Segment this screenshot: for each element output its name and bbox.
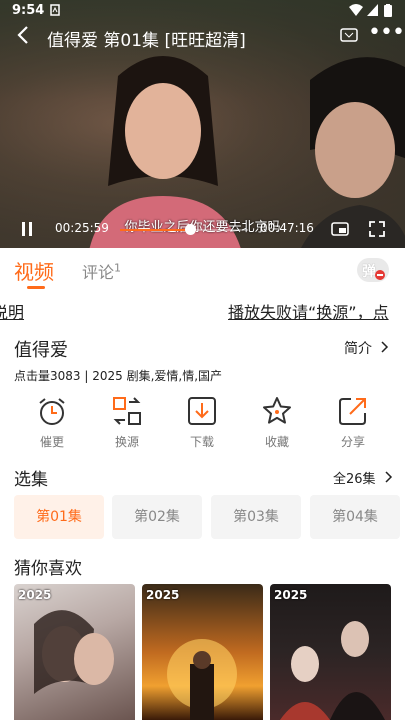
- share-button[interactable]: 分享: [323, 395, 383, 450]
- episode-button[interactable]: 第03集: [211, 495, 301, 539]
- video-player[interactable]: 9:54 值得爱 第01集 [旺旺超清] ••• 你毕业之后你还要去北京吗 00…: [0, 0, 405, 248]
- share-icon: [339, 398, 366, 425]
- intro-label: 简介: [344, 341, 372, 357]
- notice-marquee: 说明 播放失败请“换源”，点: [0, 297, 405, 321]
- progress-fill: [120, 229, 191, 231]
- show-title: 值得爱: [14, 340, 68, 361]
- switch-source-icon: [113, 397, 141, 425]
- tab-comment[interactable]: 评论1: [82, 259, 121, 283]
- recommend-poster[interactable]: 2025: [14, 584, 135, 720]
- poster-year: 2025: [146, 588, 180, 602]
- current-time: 00:25:59: [55, 221, 109, 235]
- action-bar: 催更 换源 下载 收藏 分享: [0, 395, 405, 455]
- video-title: 值得爱 第01集 [旺旺超清]: [47, 31, 246, 51]
- episode-button[interactable]: 第02集: [112, 495, 202, 539]
- danmu-off-icon: [375, 270, 385, 280]
- download-icon: [188, 397, 216, 425]
- poster-image: [167, 639, 237, 720]
- action-label: 分享: [340, 435, 365, 449]
- action-label: 下载: [189, 435, 214, 449]
- cast-icon[interactable]: [340, 28, 358, 44]
- remind-update-button[interactable]: 催更: [22, 395, 82, 450]
- tab-video[interactable]: 视频: [14, 256, 54, 285]
- action-label: 换源: [114, 435, 139, 449]
- switch-source-button[interactable]: 换源: [97, 395, 157, 450]
- status-time: 9:54: [12, 3, 45, 18]
- intro-link[interactable]: 简介: [344, 338, 389, 358]
- poster-image: [280, 621, 385, 720]
- status-bar: 9:54: [0, 0, 405, 22]
- chevron-right-icon: [381, 341, 389, 353]
- action-label: 收藏: [264, 435, 289, 449]
- battery-icon: [384, 4, 392, 17]
- recommend-section-title: 猜你喜欢: [14, 559, 82, 579]
- notification-icon: [50, 4, 60, 16]
- star-icon: [263, 397, 291, 424]
- back-icon[interactable]: [16, 25, 30, 50]
- poster-year: 2025: [274, 588, 308, 602]
- poster-image: [34, 610, 114, 694]
- comment-count: 1: [114, 261, 122, 275]
- content-tabs: 视频 评论1 弹: [0, 250, 405, 292]
- recommend-poster[interactable]: 2025: [142, 584, 263, 720]
- more-icon[interactable]: •••: [368, 20, 405, 45]
- danmu-toggle[interactable]: 弹: [357, 258, 389, 282]
- episode-button[interactable]: 第04集: [310, 495, 400, 539]
- fullscreen-icon[interactable]: [369, 221, 385, 240]
- chevron-right-icon: [385, 471, 392, 483]
- tab-comment-label: 评论: [82, 263, 115, 282]
- favorite-button[interactable]: 收藏: [247, 395, 307, 450]
- pip-icon[interactable]: [331, 222, 349, 239]
- show-meta: 点击量3083 | 2025 剧集,爱情,情,国产: [14, 369, 223, 383]
- poster-year: 2025: [18, 588, 52, 602]
- episode-section-title: 选集: [14, 470, 48, 490]
- progress-bar[interactable]: [120, 224, 248, 235]
- player-top-bar: 值得爱 第01集 [旺旺超清] •••: [0, 20, 405, 52]
- all-episodes-link[interactable]: 全26集: [333, 468, 393, 487]
- download-button[interactable]: 下载: [172, 395, 232, 450]
- episode-button[interactable]: 第01集: [14, 495, 104, 539]
- total-time: 00:47:16: [260, 221, 314, 235]
- notice-right: 播放失败请“换源”，点: [228, 303, 389, 321]
- recommend-poster[interactable]: 2025: [270, 584, 391, 720]
- signal-icon: [367, 4, 378, 16]
- action-label: 催更: [39, 435, 64, 449]
- notice-left: 说明: [0, 303, 25, 321]
- recommend-list: 2025 2025 2025: [14, 584, 405, 720]
- wifi-icon: [349, 4, 363, 16]
- all-episodes-label: 全26集: [333, 472, 376, 487]
- pause-icon[interactable]: [21, 222, 33, 239]
- episode-list: 第01集 第02集 第03集 第04集: [14, 495, 405, 539]
- tab-indicator: [27, 286, 45, 289]
- alarm-clock-icon: [39, 398, 65, 425]
- danmu-label: 弹: [362, 264, 376, 280]
